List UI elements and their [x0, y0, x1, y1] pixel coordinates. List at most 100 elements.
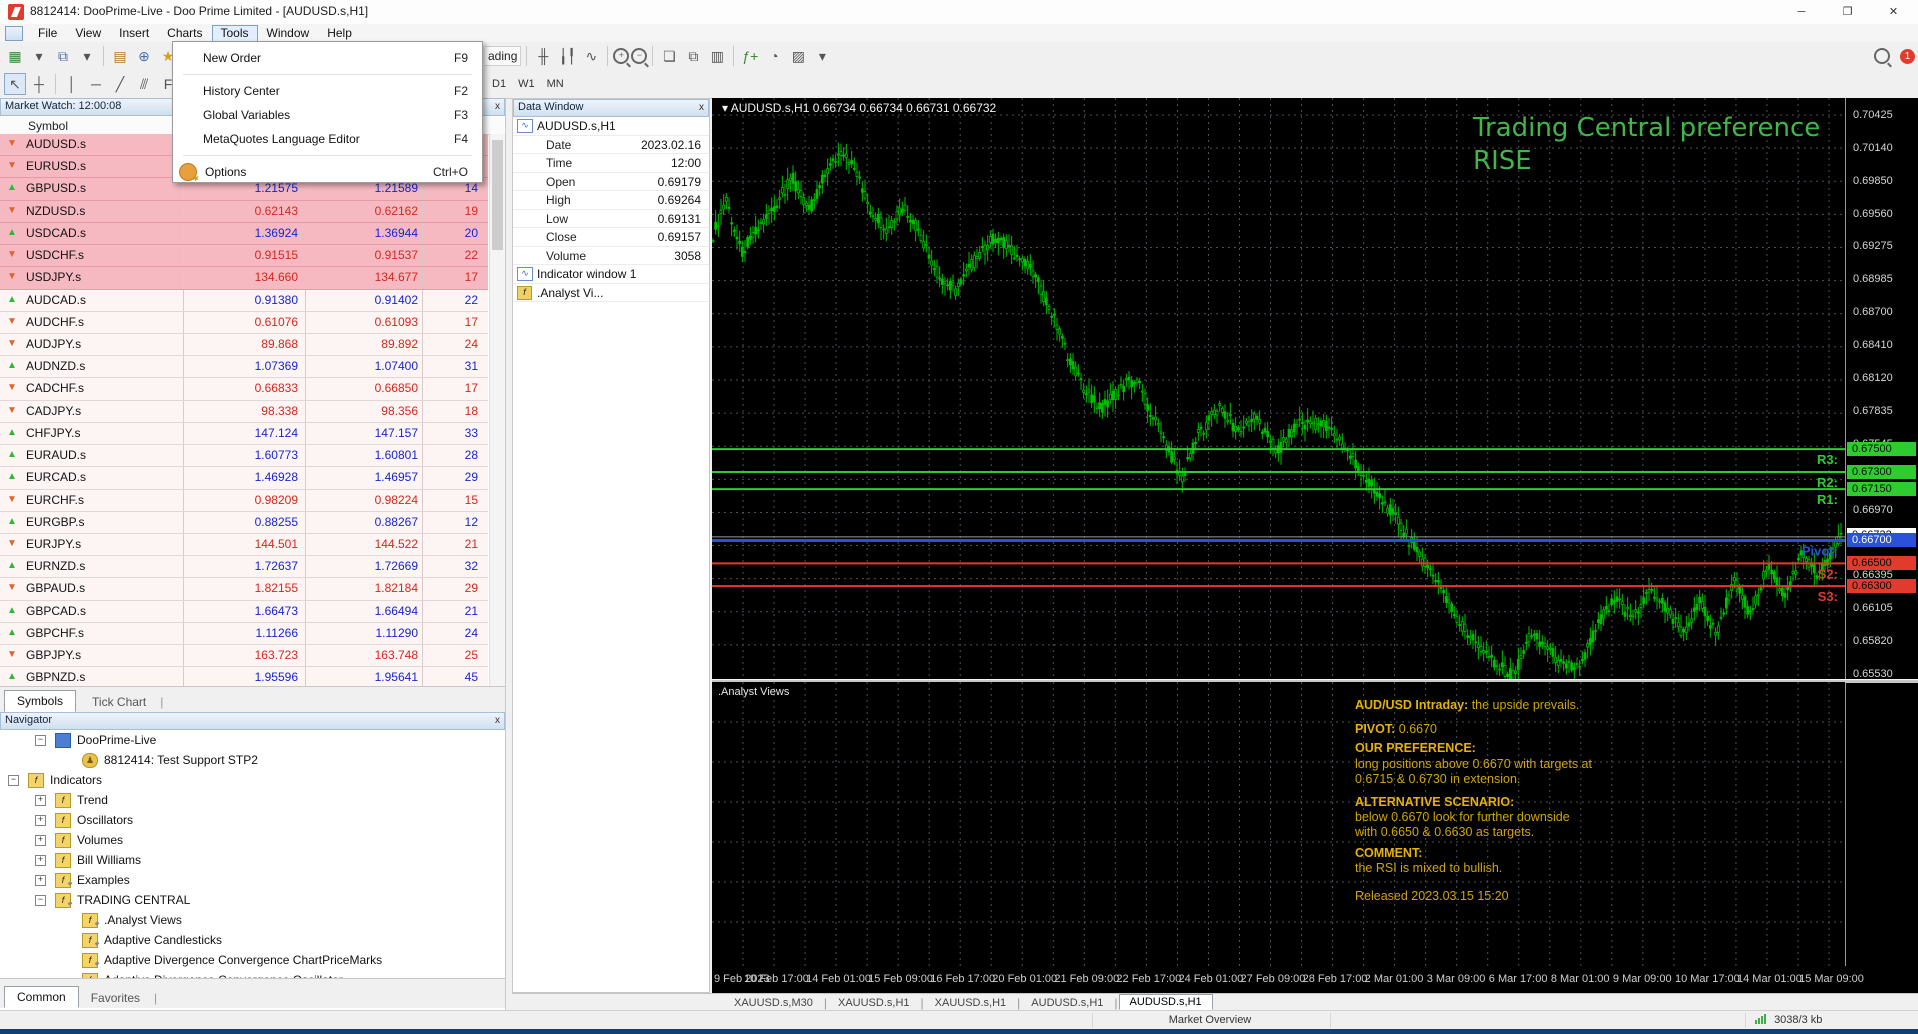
- data-window-icon[interactable]: ⊕: [133, 45, 155, 67]
- tree-item[interactable]: f .Analyst Views: [0, 910, 504, 930]
- minimize-button[interactable]: ─: [1779, 0, 1824, 24]
- autotrading-button-partial[interactable]: ading: [485, 46, 522, 66]
- vertical-line-icon[interactable]: │: [61, 73, 83, 95]
- market-watch-row[interactable]: ▼ GBPJPY.s 163.723 163.748 25: [0, 645, 488, 668]
- market-watch-row[interactable]: ▼ EURCHF.s 0.98209 0.98224 15: [0, 489, 488, 512]
- bar-chart-icon[interactable]: ╫: [532, 45, 554, 67]
- market-watch-row[interactable]: ▼ GBPAUD.s 1.82155 1.82184 29: [0, 578, 488, 601]
- templates-icon[interactable]: ▨: [787, 45, 809, 67]
- tree-item[interactable]: + f Volumes: [0, 830, 504, 850]
- market-watch-row[interactable]: ▲ EURCAD.s 1.46928 1.46957 29: [0, 467, 488, 490]
- zoom-in-icon[interactable]: +: [613, 48, 630, 64]
- market-watch-row[interactable]: ▲ EURAUD.s 1.60773 1.60801 28: [0, 445, 488, 468]
- timeframe-w1[interactable]: W1: [513, 76, 540, 92]
- candle-chart-icon[interactable]: ╽╿: [556, 45, 578, 67]
- market-watch-row[interactable]: ▲ AUDNZD.s 1.07369 1.07400 31: [0, 356, 488, 379]
- collapse-minus-icon[interactable]: −: [35, 735, 46, 746]
- menu-item-history-center[interactable]: History Center F2: [173, 79, 482, 103]
- expand-plus-icon[interactable]: +: [35, 835, 46, 846]
- tab-favorites[interactable]: Favorites: [79, 988, 152, 1008]
- expand-plus-icon[interactable]: +: [35, 815, 46, 826]
- scrollbar[interactable]: [489, 134, 505, 687]
- line-chart-icon[interactable]: ∿: [580, 45, 602, 67]
- scrollbar-thumb[interactable]: [492, 140, 503, 250]
- tree-item[interactable]: ♟ 8812414: Test Support STP2: [0, 750, 504, 770]
- menu-charts[interactable]: Charts: [158, 25, 211, 42]
- expand-plus-icon[interactable]: +: [35, 795, 46, 806]
- profiles-icon[interactable]: ⧉: [52, 45, 74, 67]
- chevron-down-icon[interactable]: ▾: [76, 45, 98, 67]
- arrange-icon[interactable]: ▥: [706, 45, 728, 67]
- menu-file[interactable]: File: [29, 25, 66, 42]
- chevron-down-icon[interactable]: ▾: [28, 45, 50, 67]
- tab-common[interactable]: Common: [4, 986, 79, 1008]
- restore-button[interactable]: ❐: [1825, 0, 1870, 24]
- market-watch-row[interactable]: ▲ CHFJPY.s 147.124 147.157 33: [0, 422, 488, 446]
- market-watch-row[interactable]: ▼ CADJPY.s 98.338 98.356 18: [0, 400, 488, 423]
- timeframe-mn[interactable]: MN: [542, 76, 569, 92]
- menu-help[interactable]: Help: [318, 25, 361, 42]
- market-watch-row[interactable]: ▼ EURJPY.s 144.501 144.522 21: [0, 533, 488, 557]
- chart-tab-xauusd-s-m30[interactable]: XAUUSD.s,M30: [724, 996, 823, 1010]
- indicators-icon[interactable]: ƒ+: [739, 45, 761, 67]
- menu-tools[interactable]: Tools: [211, 24, 258, 42]
- chart-tab-xauusd-s-h1[interactable]: XAUUSD.s,H1: [925, 996, 1017, 1010]
- periods-icon[interactable]: ◔: [763, 45, 785, 67]
- tab-tick-chart[interactable]: Tick Chart: [80, 692, 158, 712]
- market-watch-row[interactable]: ▼ USDCHF.s 0.91515 0.91537 22: [0, 245, 488, 268]
- trendline-icon[interactable]: ╱: [109, 73, 131, 95]
- market-watch-row[interactable]: ▲ AUDCAD.s 0.91380 0.91402 22: [0, 289, 488, 312]
- collapse-caret-icon[interactable]: ▾: [722, 101, 728, 115]
- menu-item-new-order[interactable]: New Order F9: [173, 46, 482, 70]
- market-watch-row[interactable]: ▼ NZDUSD.s 0.62143 0.62162 19: [0, 200, 488, 223]
- collapse-minus-icon[interactable]: −: [8, 775, 19, 786]
- collapse-minus-icon[interactable]: −: [35, 895, 46, 906]
- market-watch-icon[interactable]: ▤: [109, 45, 131, 67]
- crosshair-icon[interactable]: ┼: [28, 73, 50, 95]
- indicator-pane[interactable]: [712, 682, 1845, 966]
- menu-item-options[interactable]: Options Ctrl+O: [173, 160, 482, 184]
- symbol-column-header[interactable]: Symbol: [28, 119, 68, 133]
- market-watch-row[interactable]: ▼ AUDJPY.s 89.868 89.892 24: [0, 333, 488, 357]
- timeframe-d1[interactable]: D1: [487, 76, 511, 92]
- tree-item[interactable]: − DooPrime-Live: [0, 730, 504, 750]
- chart-tab-xauusd-s-h1[interactable]: XAUUSD.s,H1: [828, 996, 920, 1010]
- search-icon[interactable]: [1874, 48, 1890, 64]
- price-chart-pane[interactable]: R3: R2: R1: Pivot: S2: S3:: [711, 98, 1845, 690]
- new-chart-icon[interactable]: ▦: [4, 45, 26, 67]
- market-watch-row[interactable]: ▼ USDJPY.s 134.660 134.677 17: [0, 267, 488, 290]
- close-icon[interactable]: x: [699, 101, 704, 115]
- close-icon[interactable]: x: [495, 100, 500, 114]
- expand-plus-icon[interactable]: +: [35, 855, 46, 866]
- tile-windows-icon[interactable]: ❏: [658, 45, 680, 67]
- close-icon[interactable]: x: [495, 714, 500, 728]
- menu-window[interactable]: Window: [258, 25, 319, 42]
- zoom-out-icon[interactable]: −: [631, 48, 648, 64]
- menu-item-metaquotes-language-editor[interactable]: MetaQuotes Language Editor F4: [173, 127, 482, 151]
- expand-plus-icon[interactable]: +: [35, 875, 46, 886]
- tree-item[interactable]: f Adaptive Candlesticks: [0, 930, 504, 950]
- channel-icon[interactable]: ⫻: [133, 73, 155, 95]
- chevron-down-icon[interactable]: ▾: [811, 45, 833, 67]
- market-watch-row[interactable]: ▼ AUDCHF.s 0.61076 0.61093 17: [0, 311, 488, 334]
- cascade-icon[interactable]: ⧉: [682, 45, 704, 67]
- tree-item[interactable]: fAdaptive Divergence Convergence Oscilla…: [0, 970, 504, 978]
- market-watch-row[interactable]: ▼ CADCHF.s 0.66833 0.66850 17: [0, 378, 488, 401]
- menu-insert[interactable]: Insert: [110, 25, 158, 42]
- market-watch-row[interactable]: ▲ GBPNZD.s 1.95596 1.95641 45: [0, 667, 488, 687]
- notification-badge[interactable]: 1: [1900, 48, 1915, 64]
- market-watch-row[interactable]: ▲ USDCAD.s 1.36924 1.36944 20: [0, 222, 488, 246]
- horizontal-line-icon[interactable]: ─: [85, 73, 107, 95]
- market-watch-row[interactable]: ▲ GBPCAD.s 1.66473 1.66494 21: [0, 600, 488, 623]
- cursor-icon[interactable]: ↖: [4, 73, 26, 95]
- market-watch-row[interactable]: ▲ GBPCHF.s 1.11266 1.11290 24: [0, 622, 488, 646]
- market-watch-row[interactable]: ▲ EURNZD.s 1.72637 1.72669 32: [0, 556, 488, 579]
- close-button[interactable]: ✕: [1871, 0, 1916, 24]
- tree-item[interactable]: + f Trend: [0, 790, 504, 810]
- menu-view[interactable]: View: [66, 25, 110, 42]
- menu-item-global-variables[interactable]: Global Variables F3: [173, 103, 482, 127]
- tree-item[interactable]: −f TRADING CENTRAL: [0, 890, 504, 910]
- chart-tab-audusd-s-h1[interactable]: AUDUSD.s,H1: [1118, 994, 1213, 1010]
- tab-symbols[interactable]: Symbols: [4, 690, 77, 712]
- tree-item[interactable]: + f Bill Williams: [0, 850, 504, 870]
